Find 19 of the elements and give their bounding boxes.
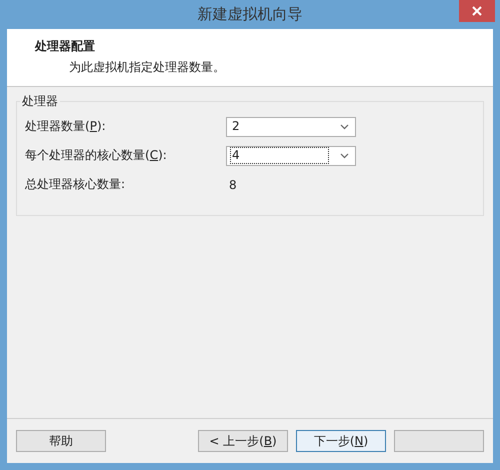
page-title: 处理器配置 (35, 38, 96, 55)
dropdown[interactable]: 4 (226, 146, 356, 166)
caret-icon (340, 152, 349, 158)
dialog-button[interactable]: 帮助 (16, 430, 106, 452)
dropdown-value: 2 (231, 118, 241, 135)
dialog-button[interactable]: < 上一步(B) (198, 430, 288, 452)
group-title: 处理器 (21, 93, 59, 110)
close-icon (472, 6, 482, 16)
dialog-button[interactable]: 下一步(N) (296, 430, 386, 452)
field-label: 处理器数量(P): (25, 118, 107, 135)
window-title: 新建虚拟机向导 (198, 5, 302, 24)
field-label: 每个处理器的核心数量(C): (25, 147, 168, 164)
close-button[interactable] (459, 0, 495, 22)
caret-icon (340, 124, 349, 130)
dropdown-value: 4 (230, 147, 329, 164)
page-description: 为此虚拟机指定处理器数量。 (69, 59, 226, 76)
field-value: 8 (228, 178, 237, 192)
field-label: 总处理器核心数量: (25, 176, 126, 193)
dropdown[interactable]: 2 (226, 116, 356, 136)
